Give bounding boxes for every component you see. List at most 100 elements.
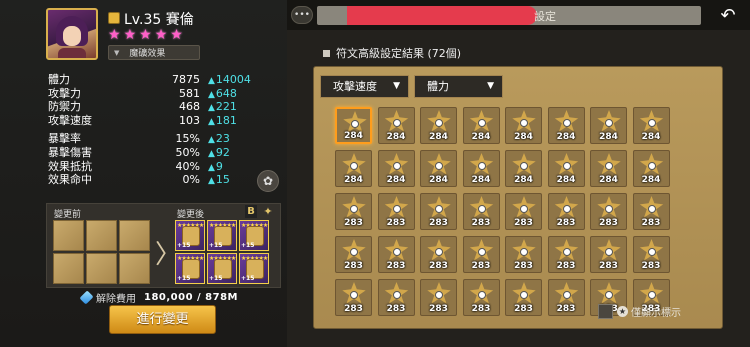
rune-score: 283 bbox=[514, 261, 533, 271]
rune-result-cell[interactable]: 283 bbox=[377, 279, 415, 316]
stat-value: 15% bbox=[175, 132, 200, 146]
rune-core-icon bbox=[477, 291, 486, 299]
rune-result-cell[interactable]: 284 bbox=[462, 107, 500, 144]
rune-result-cell[interactable]: 284 bbox=[420, 107, 457, 144]
star-icon: ★ bbox=[108, 27, 121, 43]
confirm-change-button[interactable]: 進行變更 bbox=[109, 305, 216, 334]
rune-result-cell[interactable]: 283 bbox=[462, 236, 500, 273]
rune-core-icon bbox=[392, 291, 401, 299]
magic-effect-button[interactable]: ▼ 魔礦效果 bbox=[108, 45, 200, 60]
empty-rune-slot[interactable] bbox=[53, 253, 84, 284]
rune-core-icon bbox=[562, 205, 571, 213]
rune-score: 283 bbox=[386, 304, 406, 314]
rune-core-icon bbox=[647, 248, 656, 256]
stat-value: 103 bbox=[179, 113, 200, 127]
rune-result-cell[interactable]: 283 bbox=[377, 236, 415, 273]
results-title: 符文高級設定結果 (72個) bbox=[323, 45, 461, 61]
rune-result-cell[interactable]: 284 bbox=[547, 107, 585, 144]
rune-result-cell[interactable]: 283 bbox=[590, 236, 627, 273]
rune-result-cell[interactable]: 284 bbox=[335, 107, 372, 144]
rune-slot[interactable]: ★★★★★★+15 bbox=[239, 220, 269, 251]
empty-rune-slot[interactable] bbox=[86, 253, 117, 284]
rune-result-cell[interactable]: 283 bbox=[547, 236, 585, 273]
rune-result-cell[interactable]: 283 bbox=[505, 193, 542, 230]
chat-icon[interactable]: ••• bbox=[291, 6, 313, 24]
rune-core-icon bbox=[562, 162, 571, 170]
stat-value: 50% bbox=[175, 145, 200, 159]
rune-result-cell[interactable]: 283 bbox=[462, 193, 500, 230]
checkbox[interactable] bbox=[598, 304, 613, 319]
rune-result-cell[interactable]: 283 bbox=[632, 193, 670, 230]
stat-row-def: 防禦力 468 221 bbox=[48, 100, 278, 114]
rune-score: 283 bbox=[471, 218, 491, 228]
rune-result-cell[interactable]: 284 bbox=[377, 107, 415, 144]
rune-result-cell[interactable]: 283 bbox=[632, 236, 670, 273]
rune-score: 283 bbox=[514, 218, 533, 228]
rune-score: 284 bbox=[556, 175, 576, 185]
dropdown-triangle-icon: ▼ bbox=[114, 48, 120, 57]
rune-result-cell[interactable]: 284 bbox=[547, 150, 585, 187]
rune-core-icon bbox=[392, 248, 401, 256]
rune-result-cell[interactable]: 284 bbox=[632, 107, 670, 144]
stat-label: 防禦力 bbox=[48, 100, 81, 114]
rune-slot[interactable]: ★★★★★★+15 bbox=[207, 220, 237, 251]
rune-result-cell[interactable]: 283 bbox=[335, 279, 372, 316]
rune-result-cell[interactable]: 284 bbox=[462, 150, 500, 187]
rune-result-cell[interactable]: 283 bbox=[335, 236, 372, 273]
b-icon[interactable]: B bbox=[245, 205, 257, 218]
rune-result-cell[interactable]: 284 bbox=[377, 150, 415, 187]
wing-icon[interactable]: ✦ bbox=[261, 205, 275, 218]
rune-result-cell[interactable]: 283 bbox=[420, 236, 457, 273]
rune-result-cell[interactable]: 283 bbox=[505, 279, 542, 316]
rune-score: 284 bbox=[556, 132, 576, 142]
stat-bonus: 15 bbox=[208, 173, 230, 189]
rune-result-cell[interactable]: 283 bbox=[335, 193, 372, 230]
rune-slot[interactable]: ★★★★★★+15 bbox=[175, 220, 205, 251]
rune-core-icon bbox=[392, 119, 401, 127]
empty-rune-slot[interactable] bbox=[53, 220, 84, 251]
rune-result-cell[interactable]: 283 bbox=[420, 279, 457, 316]
stat-bonus: 181 bbox=[208, 114, 237, 130]
rune-result-cell[interactable]: 284 bbox=[590, 150, 627, 187]
stat-row-hp: 體力 7875 14004 bbox=[48, 73, 278, 87]
stats-list: 體力 7875 14004 攻擊力 581 648 防禦力 468 221 攻擊… bbox=[48, 73, 278, 187]
results-title-text: 符文高級設定結果 (72個) bbox=[336, 47, 462, 60]
rune-core-icon bbox=[562, 248, 571, 256]
rune-result-cell[interactable]: 284 bbox=[420, 150, 457, 187]
rune-result-cell[interactable]: 284 bbox=[590, 107, 627, 144]
rune-result-cell[interactable]: 283 bbox=[462, 279, 500, 316]
rune-result-cell[interactable]: 283 bbox=[547, 279, 585, 316]
rune-result-cell[interactable]: 284 bbox=[505, 150, 542, 187]
rune-slot[interactable]: ★★★★★★+15 bbox=[175, 253, 205, 284]
rune-score: 284 bbox=[471, 132, 491, 142]
back-icon[interactable]: ↶ bbox=[714, 6, 742, 26]
rune-score: 284 bbox=[599, 132, 618, 142]
rune-score: 283 bbox=[429, 261, 448, 271]
rune-score: 284 bbox=[386, 132, 406, 142]
rune-result-cell[interactable]: 284 bbox=[335, 150, 372, 187]
rune-result-cell[interactable]: 284 bbox=[505, 107, 542, 144]
filter-dropdown-primary[interactable]: 攻擊速度 ▼ bbox=[320, 75, 409, 98]
rune-core-icon bbox=[350, 205, 358, 213]
rune-core-icon bbox=[350, 162, 358, 170]
rune-core-icon bbox=[647, 162, 656, 170]
filter-dropdown-secondary[interactable]: 體力 ▼ bbox=[414, 75, 503, 98]
empty-rune-slot[interactable] bbox=[119, 220, 150, 251]
show-marked-only-toggle[interactable]: ★ 僅顯示標示 bbox=[598, 304, 681, 319]
rune-slot[interactable]: ★★★★★★+15 bbox=[239, 253, 269, 284]
rune-core-icon bbox=[351, 120, 359, 128]
empty-rune-slot[interactable] bbox=[86, 220, 117, 251]
top-bar: ••• 設定 ↶ bbox=[287, 0, 750, 30]
rune-info-icon[interactable]: ✿ bbox=[257, 170, 279, 192]
rune-score: 283 bbox=[471, 261, 491, 271]
rune-result-cell[interactable]: 283 bbox=[505, 236, 542, 273]
rune-result-cell[interactable]: 283 bbox=[590, 193, 627, 230]
rune-slot[interactable]: ★★★★★★+15 bbox=[207, 253, 237, 284]
stat-label: 效果命中 bbox=[48, 173, 92, 187]
empty-rune-slot[interactable] bbox=[119, 253, 150, 284]
rune-result-cell[interactable]: 284 bbox=[632, 150, 670, 187]
rune-result-cell[interactable]: 283 bbox=[377, 193, 415, 230]
rune-result-cell[interactable]: 283 bbox=[420, 193, 457, 230]
monster-portrait[interactable] bbox=[46, 8, 98, 60]
rune-result-cell[interactable]: 283 bbox=[547, 193, 585, 230]
